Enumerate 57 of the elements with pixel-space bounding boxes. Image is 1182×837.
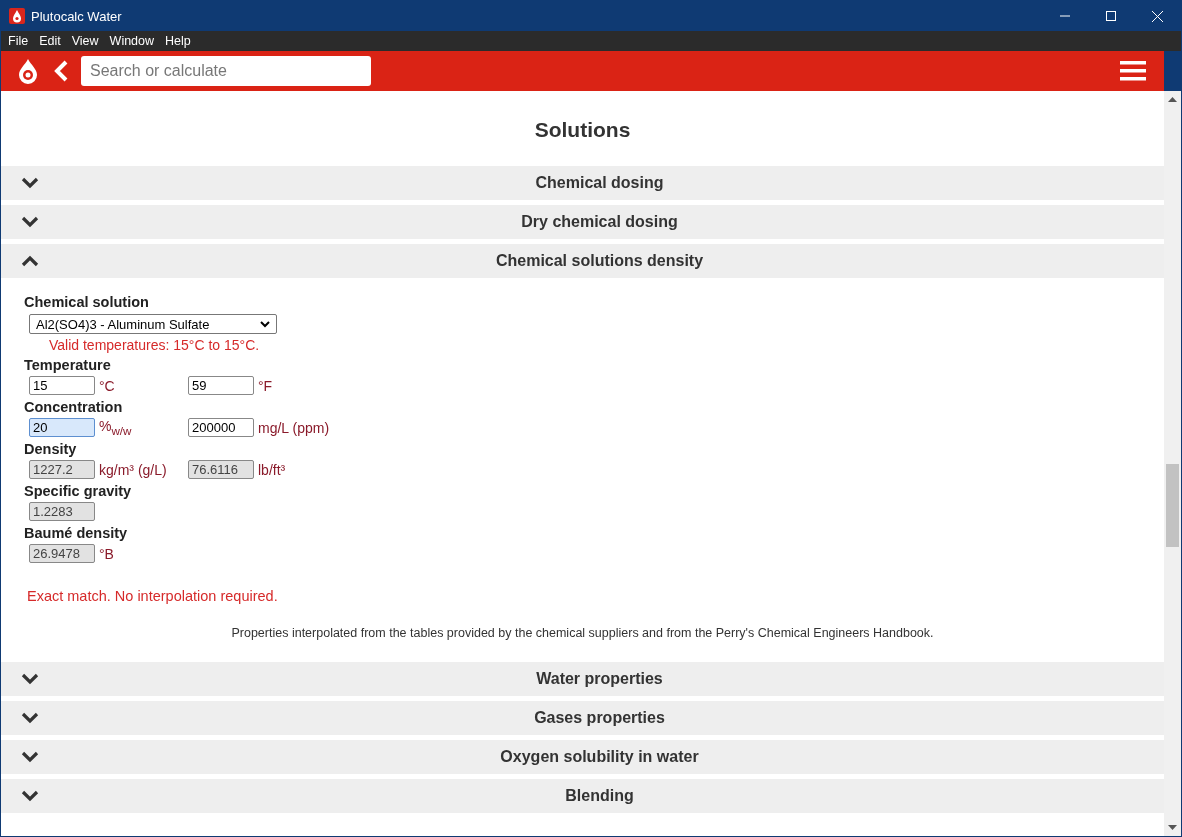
unit-label: °C [99,377,115,394]
menu-item[interactable]: View [71,34,99,48]
field-label: Temperature [24,357,112,374]
chevron-icon [21,712,39,724]
match-note: Exact match. No interpolation required. [27,588,279,604]
menu-item[interactable]: File [8,34,29,48]
field-label: Concentration [24,399,124,416]
scrollbar[interactable] [1164,91,1181,836]
scroll-thumb[interactable] [1166,464,1179,547]
input-field[interactable]: 200000 [188,418,254,437]
section-header[interactable]: Dry chemical dosing [1,205,1164,239]
menu-item[interactable]: Window [109,34,155,48]
chevron-icon [21,255,39,267]
result-field[interactable]: 76.6116 [188,460,254,479]
input-field[interactable]: 20 [29,418,95,437]
chevron-icon [21,673,39,685]
scroll-up-icon[interactable] [1168,97,1177,102]
result-field[interactable]: 26.9478 [29,544,95,563]
field-label: Density [24,441,78,458]
field-label: Chemical solution [24,294,150,311]
result-field[interactable]: 1.2283 [29,502,95,521]
field-label: Specific gravity [24,483,133,500]
search-field[interactable]: Search or calculate [81,56,371,86]
app-icon [9,8,25,24]
field-label: Baumé density [24,525,129,542]
back-icon[interactable] [53,60,69,82]
section-header[interactable]: Chemical dosing [1,166,1164,200]
chevron-icon [21,216,39,228]
page-title: Solutions [533,117,632,143]
chevron-icon [21,790,39,802]
result-field[interactable]: 1227.2 [29,460,95,479]
unit-label: %$_{w/w}$ [99,418,132,437]
input-field[interactable]: 59 [188,376,254,395]
caret-icon [260,320,270,328]
section-header[interactable]: Oxygen solubility in water [1,740,1164,774]
chevron-icon [21,177,39,189]
solution-dropdown[interactable]: Al2(SO4)3 - Aluminum Sulfate [29,314,277,334]
unit-label: °F [258,377,273,394]
source-note: Properties interpolated from the tables provided by the chemical suppliers and from the Perry's Chemical Engineers Handbook. [230,626,935,640]
unit-label: mg/L (ppm) [258,419,330,436]
section-header[interactable]: Gases properties [1,701,1164,735]
menu-icon[interactable] [1120,61,1146,81]
window-title: Plutocalc Water [31,8,122,24]
menu-item[interactable]: Help [165,34,191,48]
unit-label: kg/m³ (g/L) [99,461,167,478]
menu-item[interactable]: Edit [39,34,61,48]
maximize-icon[interactable] [1106,11,1116,21]
validity-note: Valid temperatures: 15°C to 15°C. [49,337,261,353]
section-header[interactable]: Blending [1,779,1164,813]
chevron-icon [21,751,39,763]
section-header[interactable]: Chemical solutions density [1,244,1164,278]
unit-label: lb/ft³ [258,461,286,478]
unit-label: °B [99,545,114,562]
scroll-down-icon[interactable] [1168,825,1177,830]
input-field[interactable]: 15 [29,376,95,395]
section-header[interactable]: Water properties [1,662,1164,696]
close-icon[interactable] [1152,10,1163,22]
